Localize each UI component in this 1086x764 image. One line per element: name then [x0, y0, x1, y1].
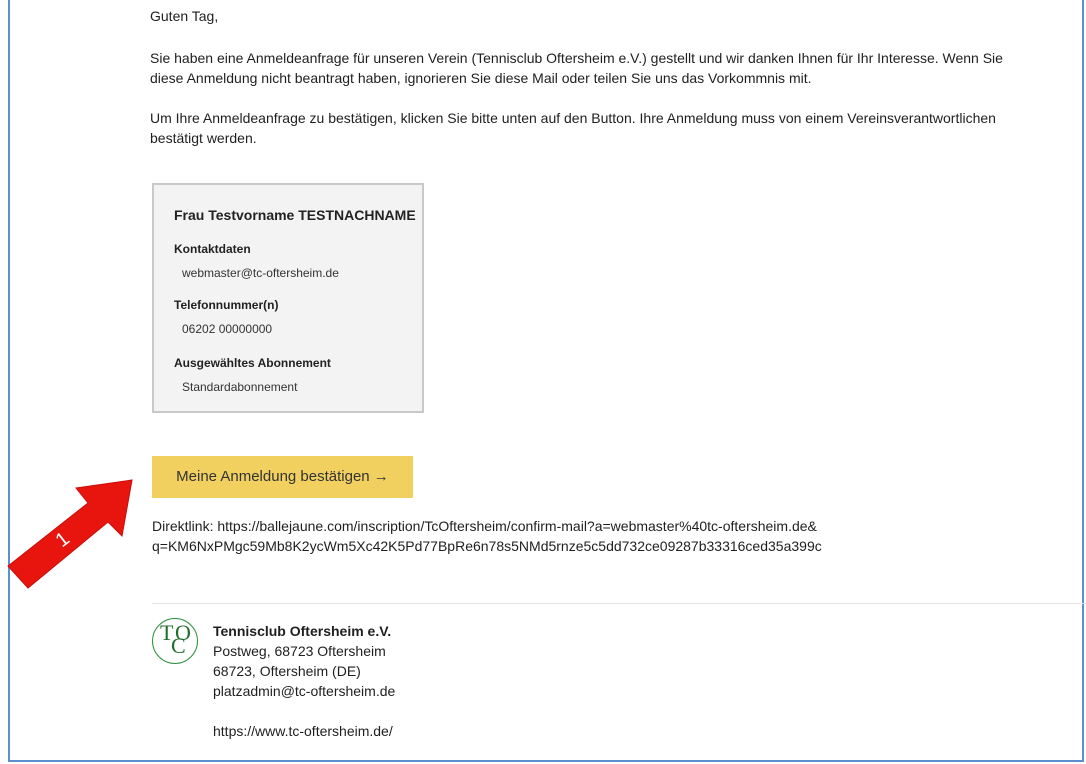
footer-divider	[152, 603, 1086, 604]
red-arrow-annotation-icon: 1	[7, 479, 133, 589]
phone-label: Telefonnummer(n)	[174, 298, 279, 312]
club-address-2: 68723, Oftersheim (DE)	[213, 663, 361, 679]
phone-value: 06202 00000000	[182, 322, 273, 336]
instruction-line-1: Um Ihre Anmeldeanfrage zu bestätigen, kl…	[150, 110, 996, 126]
club-footer: Tennisclub Oftersheim e.V. Postweg, 6872…	[213, 621, 395, 741]
registration-summary-card: Frau Testvorname TESTNACHNAME Kontaktdat…	[152, 183, 424, 413]
member-name: Frau Testvorname TESTNACHNAME	[174, 207, 416, 223]
direct-link-line-1[interactable]: Direktlink: https://ballejaune.com/inscr…	[152, 516, 822, 536]
confirm-registration-button[interactable]: Meine Anmeldung bestätigen →	[152, 456, 413, 498]
club-website-link[interactable]: https://www.tc-oftersheim.de/	[213, 721, 395, 741]
club-address-1: Postweg, 68723 Oftersheim	[213, 643, 386, 659]
subscription-label: Ausgewähltes Abonnement	[174, 356, 331, 370]
club-name: Tennisclub Oftersheim e.V.	[213, 623, 392, 639]
contact-email: webmaster@tc-oftersheim.de	[182, 266, 339, 280]
contact-label: Kontaktdaten	[174, 242, 251, 256]
direct-link[interactable]: Direktlink: https://ballejaune.com/inscr…	[152, 516, 822, 556]
club-logo: TOC	[152, 618, 198, 664]
instruction-paragraph: Um Ihre Anmeldeanfrage zu bestätigen, kl…	[150, 108, 996, 148]
direct-link-line-2[interactable]: q=KM6NxPMgc59Mb8K2ycWm5Xc42K5Pd77BpRe6n7…	[152, 536, 822, 556]
instruction-line-2: bestätigt werden.	[150, 130, 257, 146]
subscription-value: Standardabonnement	[182, 380, 298, 394]
intro-line-2: diese Anmeldung nicht beantragt haben, i…	[150, 70, 812, 86]
intro-paragraph: Sie haben eine Anmeldeanfrage für unsere…	[150, 48, 1003, 88]
intro-line-1: Sie haben eine Anmeldeanfrage für unsere…	[150, 50, 1003, 66]
club-email[interactable]: platzadmin@tc-oftersheim.de	[213, 681, 395, 701]
arrow-shape	[7, 479, 133, 589]
greeting-text: Guten Tag,	[150, 8, 219, 24]
